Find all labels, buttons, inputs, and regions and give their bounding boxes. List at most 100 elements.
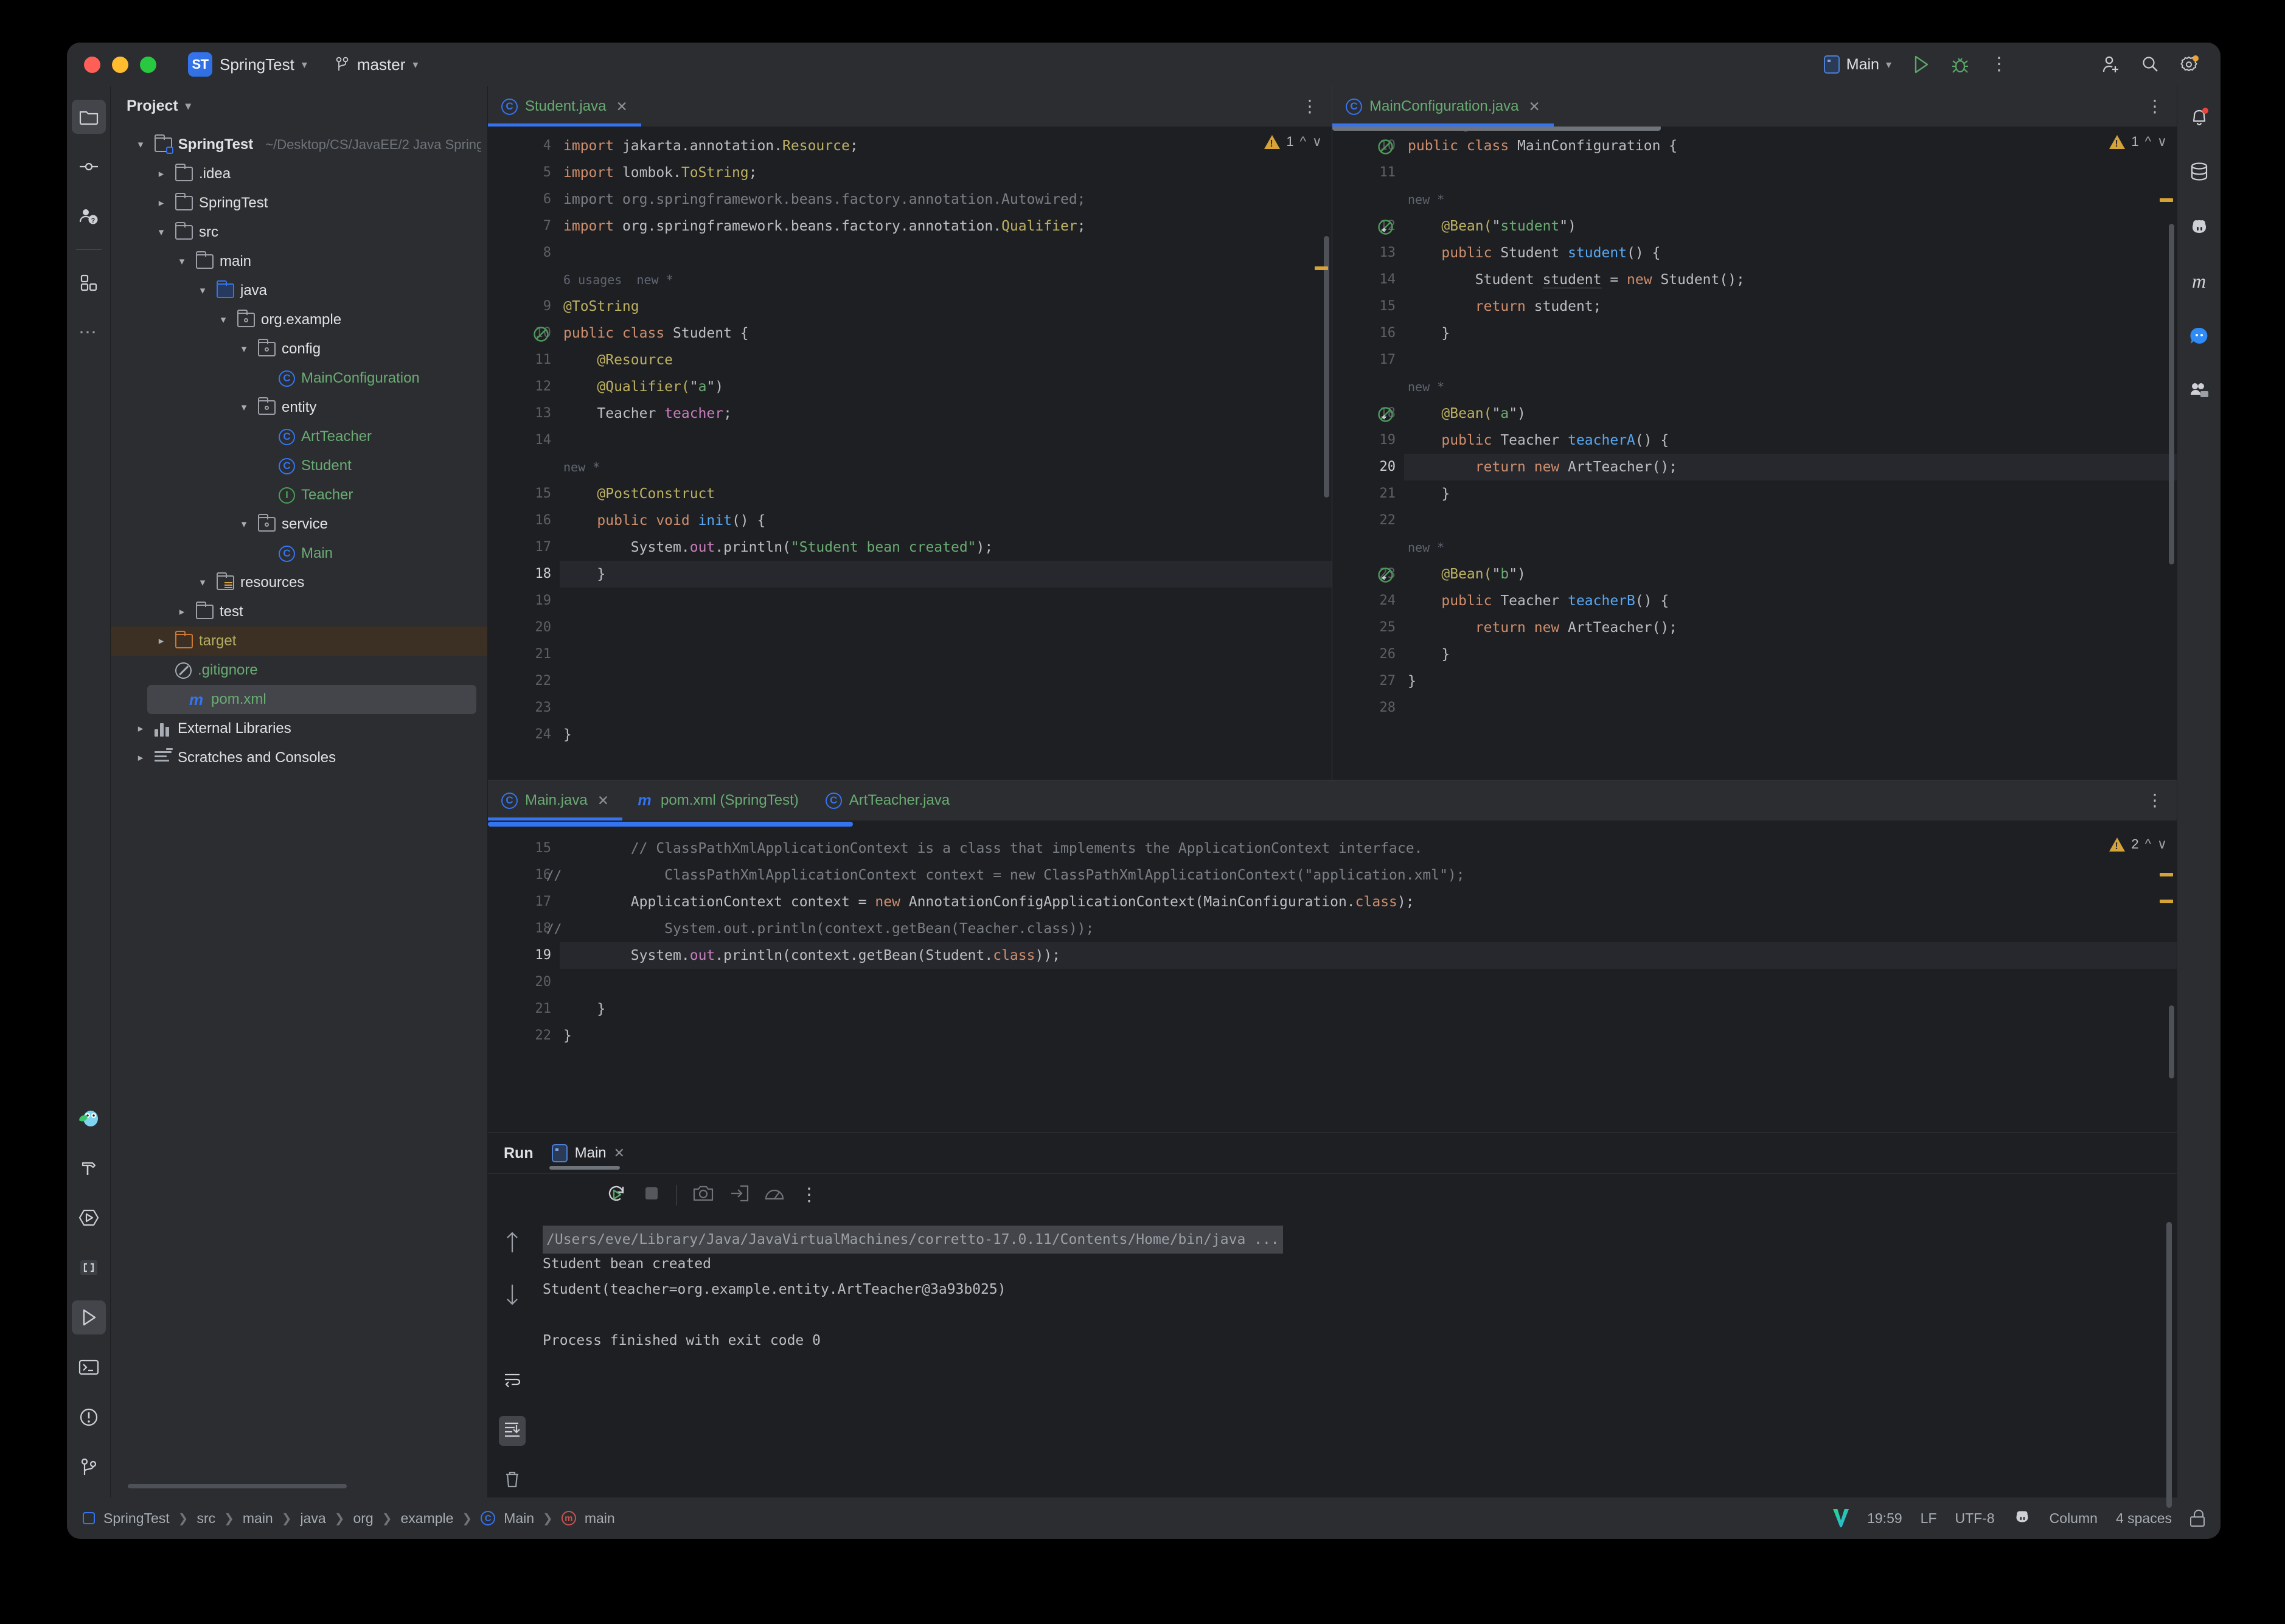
code-line[interactable]	[1404, 347, 2177, 373]
profiler-button[interactable]	[765, 1184, 784, 1206]
line-number[interactable]: 20	[488, 969, 560, 996]
sidebar-item-code-with-me[interactable]	[2182, 373, 2216, 408]
line-number-gutter[interactable]: 1011 121314151617 1819202122 23242526272…	[1332, 127, 1404, 780]
line-number[interactable]: 12	[1332, 213, 1404, 240]
line-number-gutter[interactable]: 45678 91011121314 15161718192021222324	[488, 127, 560, 780]
next-problem-icon[interactable]: ∨	[2157, 134, 2167, 150]
code-view-student[interactable]: 45678 91011121314 15161718192021222324 i…	[488, 127, 1332, 780]
tree-item-scratches-and-consoles[interactable]: ▸Scratches and Consoles	[111, 743, 487, 772]
breadcrumb-item[interactable]: java	[301, 1510, 326, 1527]
line-number[interactable]: 10	[488, 320, 560, 347]
line-number[interactable]: 15	[1332, 293, 1404, 320]
editor-options-button[interactable]: ⋮	[2146, 780, 2177, 821]
line-number[interactable]: 12	[488, 373, 560, 400]
tree-expand-arrow[interactable]: ▸	[133, 752, 148, 764]
line-number[interactable]: 18	[1332, 400, 1404, 427]
tab-mainconfiguration-java[interactable]: C MainConfiguration.java ✕	[1332, 86, 1554, 127]
tree-expand-arrow[interactable]: ▾	[195, 285, 210, 297]
close-icon[interactable]: ✕	[616, 99, 627, 115]
tree-expand-arrow[interactable]: ▸	[133, 723, 148, 735]
line-number[interactable]: 7	[488, 213, 560, 240]
code-line[interactable]: }	[1404, 668, 2177, 695]
line-number[interactable]: 23	[1332, 561, 1404, 588]
code-line[interactable]: // ClassPathXmlApplicationContext is a c…	[560, 835, 2177, 862]
line-number[interactable]: 21	[1332, 481, 1404, 507]
sidebar-item-copilot[interactable]	[2182, 209, 2216, 243]
sidebar-item-structure[interactable]	[72, 266, 106, 300]
sidebar-item-database-go[interactable]	[72, 1101, 106, 1135]
console-scrollbar[interactable]	[2166, 1222, 2172, 1508]
breadcrumb-item[interactable]: main	[585, 1510, 615, 1527]
line-number[interactable]: 26	[1332, 641, 1404, 668]
line-number[interactable]: 17	[1332, 347, 1404, 373]
breadcrumb-item[interactable]: SpringTest	[103, 1510, 170, 1527]
screenshot-button[interactable]	[693, 1184, 714, 1206]
code-line[interactable]: }	[1404, 320, 2177, 347]
scroll-to-end-button[interactable]	[499, 1416, 526, 1446]
code-line[interactable]: }	[560, 561, 1332, 588]
editor-options-button[interactable]: ⋮	[2146, 86, 2177, 127]
run-configuration-selector[interactable]: Main ▾	[1816, 51, 1899, 78]
tree-item-service[interactable]: ▾service	[111, 510, 487, 539]
more-actions-button[interactable]: ⋮	[1982, 47, 2016, 82]
line-number[interactable]: //16	[488, 862, 560, 889]
code-line[interactable]: @Qualifier("a")	[560, 373, 1332, 400]
sidebar-item-problems[interactable]	[72, 1400, 106, 1434]
project-panel-header[interactable]: Project ▾	[111, 86, 487, 125]
line-number[interactable]: 10	[1332, 133, 1404, 159]
line-number[interactable]: 21	[488, 996, 560, 1022]
code-line[interactable]	[1404, 695, 2177, 721]
tree-item--idea[interactable]: ▸.idea	[111, 159, 487, 189]
tree-item-main[interactable]: ▾main	[111, 247, 487, 276]
tree-item-resources[interactable]: ▾resources	[111, 568, 487, 597]
next-problem-icon[interactable]: ∨	[1312, 134, 1322, 150]
line-number[interactable]: 13	[1332, 240, 1404, 266]
rerun-button[interactable]	[606, 1183, 627, 1207]
tree-item-src[interactable]: ▾src	[111, 218, 487, 247]
code-vision-hint[interactable]: new *	[560, 454, 1332, 481]
tree-item-main[interactable]: ▸CMain	[111, 539, 487, 568]
tree-item-springtest[interactable]: ▸SpringTest	[111, 189, 487, 218]
tree-expand-arrow[interactable]: ▾	[174, 255, 190, 268]
bean-gutter-icon[interactable]	[533, 325, 549, 342]
line-number[interactable]: 23	[488, 695, 560, 721]
line-number[interactable]: 20	[488, 614, 560, 641]
column-mode-indicator[interactable]: Column	[2050, 1510, 2098, 1527]
code-line[interactable]: ApplicationContext context = new Annotat…	[560, 889, 2177, 915]
code-line[interactable]	[560, 240, 1332, 266]
soft-wrap-button[interactable]	[503, 1370, 521, 1392]
line-number[interactable]: 27	[1332, 668, 1404, 695]
code-line[interactable]: public void init() {	[560, 507, 1332, 534]
tab-main-java[interactable]: CMain.java✕	[488, 780, 622, 821]
code-line[interactable]: @Resource	[560, 347, 1332, 373]
bean-navigate-icon[interactable]	[1377, 406, 1394, 422]
line-number[interactable]: 28	[1332, 695, 1404, 721]
code-content[interactable]: import jakarta.annotation.Resource;impor…	[560, 127, 1332, 780]
sidebar-item-scratches[interactable]	[72, 1251, 106, 1285]
tree-item-teacher[interactable]: ▸ITeacher	[111, 481, 487, 510]
code-line[interactable]: public class Student {	[560, 320, 1332, 347]
tree-expand-arrow[interactable]: ▾	[133, 139, 148, 151]
stop-button[interactable]	[642, 1184, 661, 1206]
tab-student-java[interactable]: C Student.java ✕	[488, 86, 641, 127]
code-line[interactable]: }	[1404, 641, 2177, 668]
console-output[interactable]: /Users/eve/Library/Java/JavaVirtualMachi…	[537, 1216, 2177, 1497]
code-line[interactable]: Student student = new Student();	[1404, 266, 2177, 293]
tree-expand-arrow[interactable]: ▸	[153, 197, 169, 209]
code-line[interactable]	[560, 695, 1332, 721]
line-number-gutter[interactable]: 15//1617//1819202122	[488, 829, 560, 1133]
line-number[interactable]: 24	[1332, 588, 1404, 614]
line-number[interactable]: 18	[488, 561, 560, 588]
line-number[interactable]: 19	[1332, 427, 1404, 454]
tree-item-mainconfiguration[interactable]: ▸CMainConfiguration	[111, 364, 487, 393]
code-line[interactable]: @ToString	[560, 293, 1332, 320]
line-number[interactable]: 13	[488, 400, 560, 427]
sidebar-item-ai-assistant[interactable]: ?	[72, 200, 106, 234]
code-line[interactable]	[560, 614, 1332, 641]
editor-vertical-scrollbar[interactable]	[2169, 1005, 2174, 1078]
line-number[interactable]: 24	[488, 721, 560, 748]
prev-problem-icon[interactable]: ^	[2145, 836, 2151, 852]
line-number[interactable]: 25	[1332, 614, 1404, 641]
copilot-status-icon[interactable]	[2013, 1508, 2031, 1528]
tree-item-artteacher[interactable]: ▸CArtTeacher	[111, 422, 487, 451]
